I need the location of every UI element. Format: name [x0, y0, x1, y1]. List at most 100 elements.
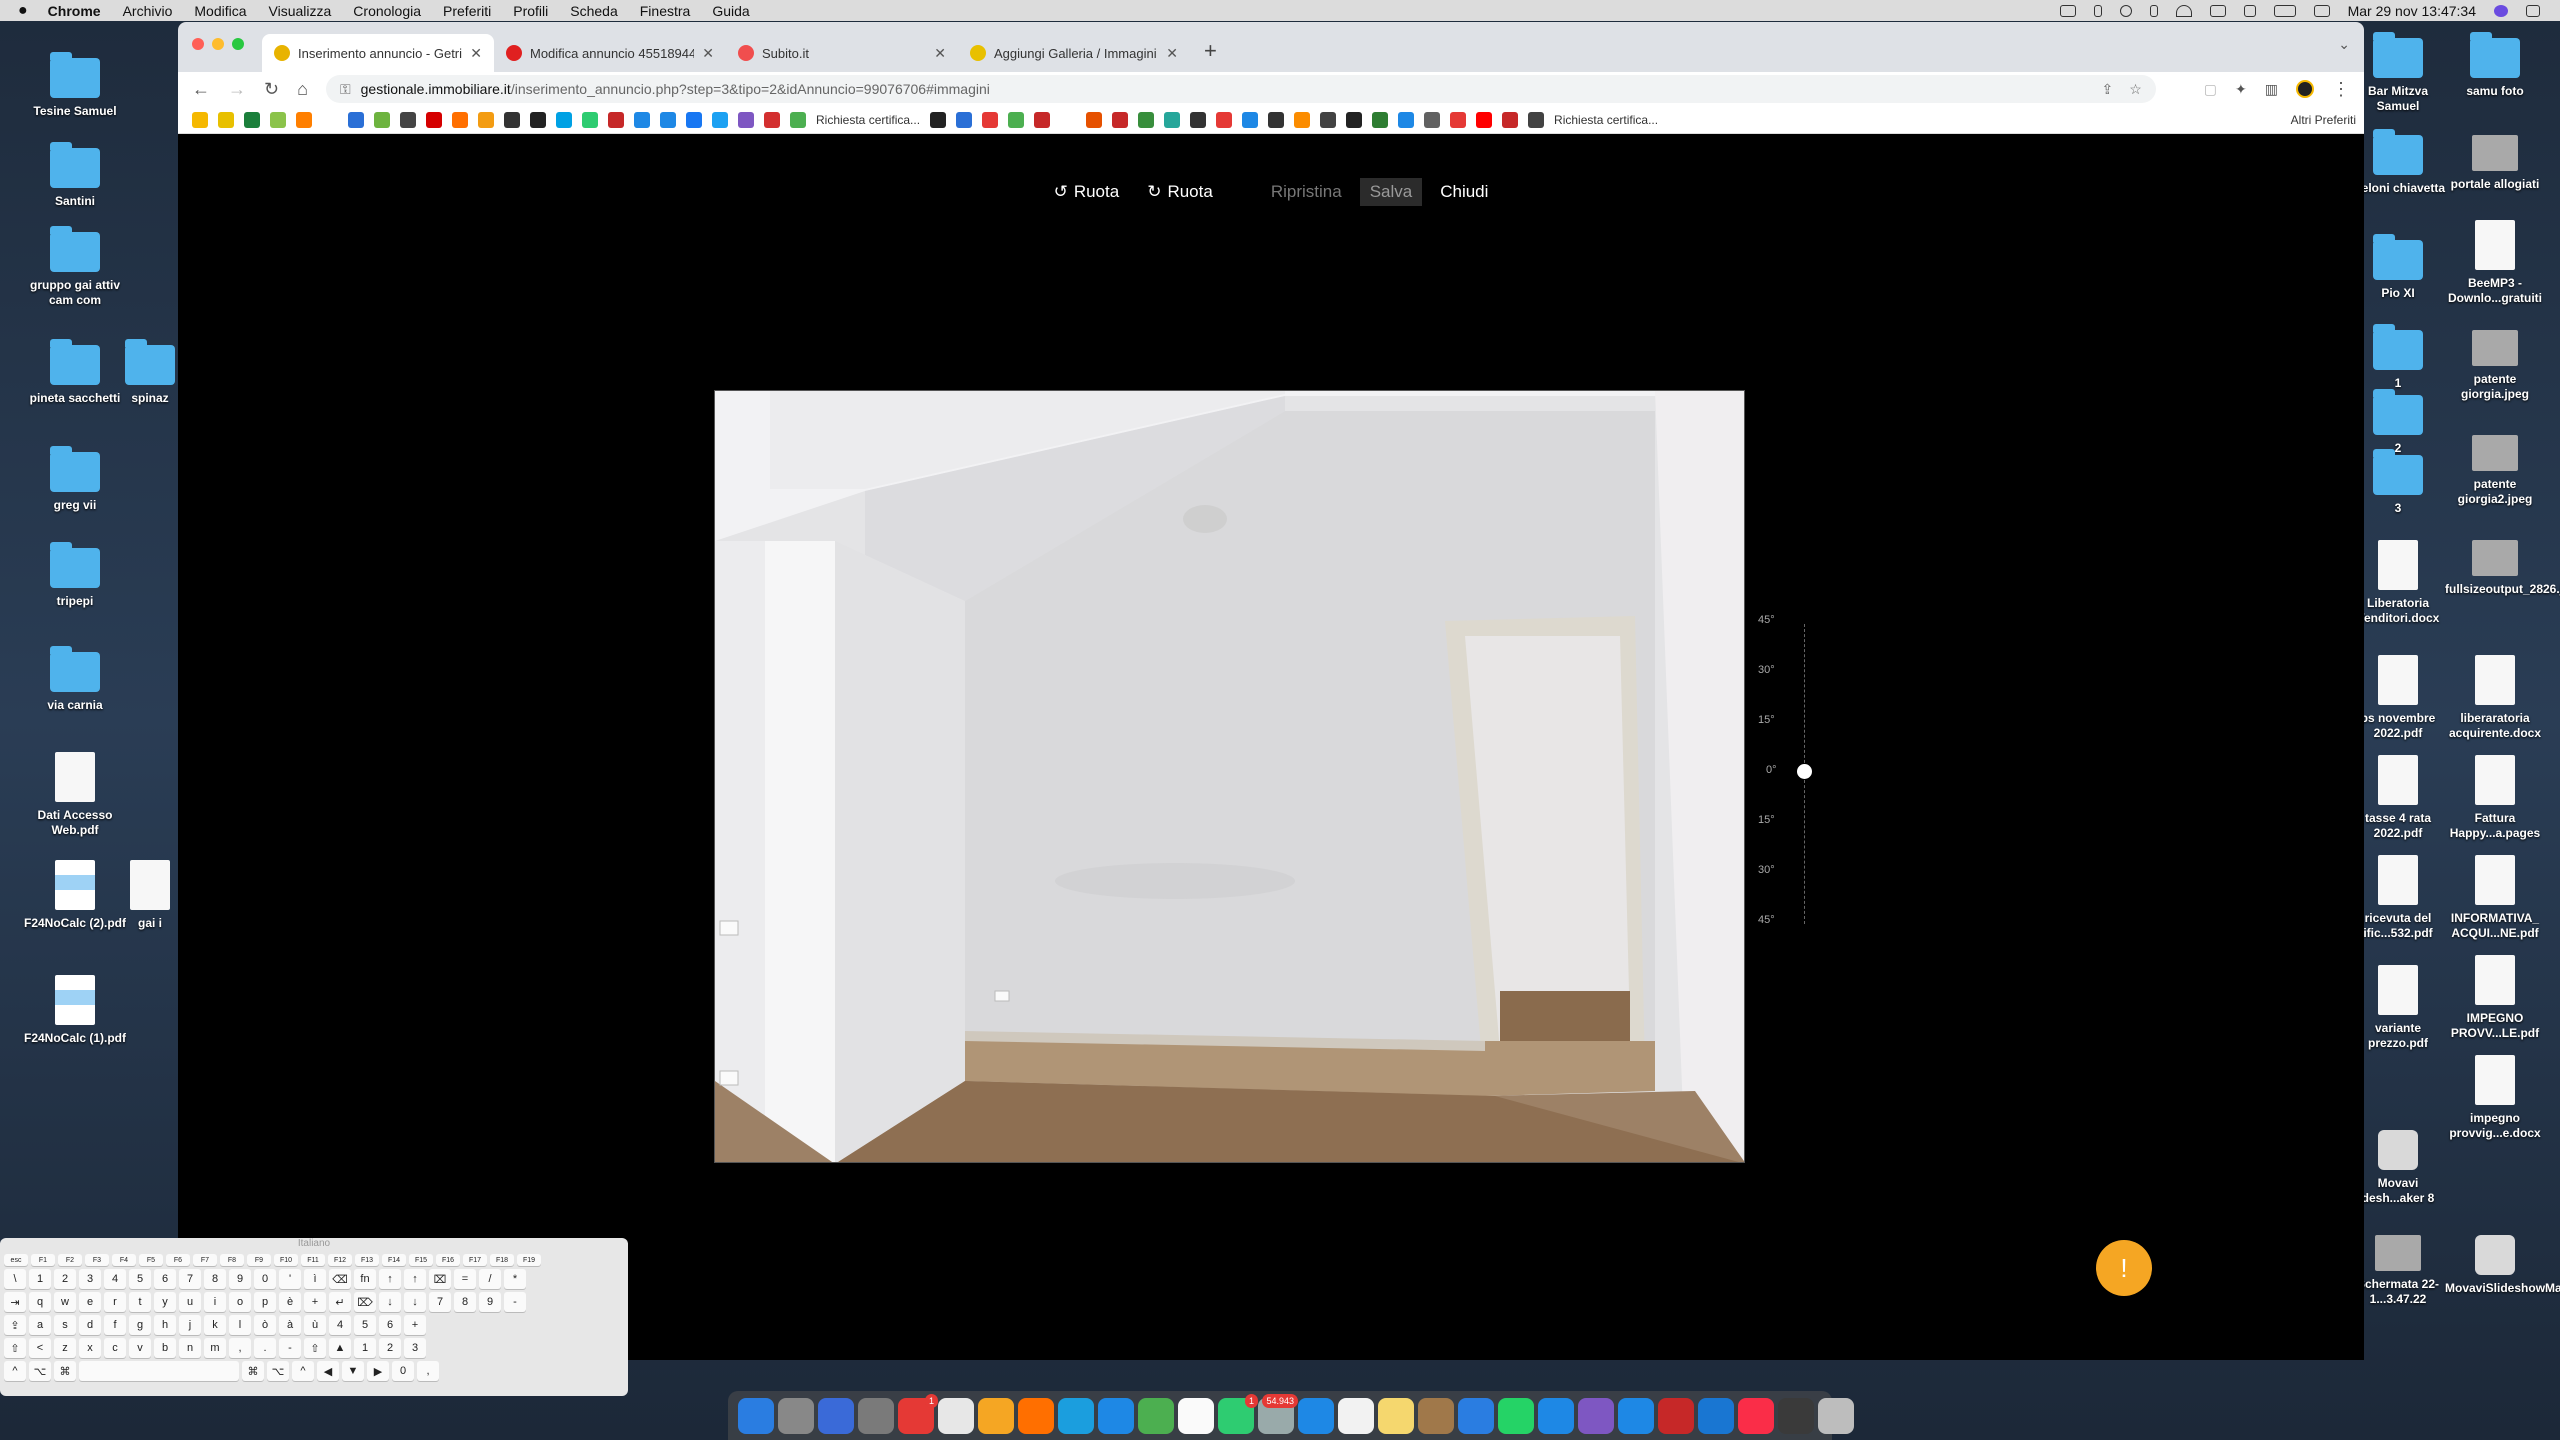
forward-icon[interactable]: → [228, 79, 246, 100]
close-tab-icon[interactable]: ✕ [934, 45, 946, 62]
key[interactable]: ò [254, 1315, 276, 1335]
key[interactable]: v [129, 1338, 151, 1358]
key[interactable]: 0 [254, 1269, 276, 1289]
key[interactable]: F5 [139, 1254, 163, 1266]
bookmark-icon[interactable] [1528, 111, 1545, 128]
key[interactable]: F4 [112, 1254, 136, 1266]
key[interactable]: à [279, 1315, 301, 1335]
key[interactable]: fn [354, 1269, 376, 1289]
key[interactable]: 7 [179, 1269, 201, 1289]
bookmark-icon[interactable] [1424, 111, 1441, 128]
key[interactable]: c [104, 1338, 126, 1358]
share-icon[interactable]: ⇪ [2102, 81, 2114, 98]
menu-chrome[interactable]: Chrome [48, 3, 101, 19]
tab-search-icon[interactable]: ⌄ [2338, 36, 2350, 53]
address-bar[interactable]: ⚿ gestionale.immobiliare.it /inserimento… [325, 75, 2156, 103]
key[interactable]: , [417, 1361, 439, 1381]
key[interactable]: F7 [193, 1254, 217, 1266]
key[interactable]: x [79, 1338, 101, 1358]
key[interactable]: F13 [355, 1254, 379, 1266]
close-tab-icon[interactable]: ✕ [470, 45, 482, 62]
bookmark-icon[interactable] [1138, 111, 1155, 128]
key[interactable]: ↑ [404, 1269, 426, 1289]
slider-knob[interactable] [1797, 764, 1812, 779]
desktop-icon[interactable]: Tesine Samuel [20, 52, 130, 119]
dock-app-icon[interactable] [778, 1397, 814, 1434]
key[interactable]: 8 [204, 1269, 226, 1289]
key[interactable]: F3 [85, 1254, 109, 1266]
bookmark-icon[interactable] [1502, 111, 1519, 128]
side-panel-icon[interactable]: ▥ [2265, 81, 2278, 98]
bookmark-icon[interactable] [530, 111, 546, 128]
bookmark-icon[interactable] [1008, 111, 1025, 128]
dock-app-icon[interactable] [1098, 1397, 1134, 1434]
desktop-icon[interactable]: gai i [120, 860, 180, 931]
key[interactable]: ↓ [379, 1292, 401, 1312]
desktop-icon[interactable]: BeeMP3 - Downlo...gratuiti [2445, 220, 2545, 306]
notification-center-icon[interactable] [2526, 4, 2540, 17]
menu-modifica[interactable]: Modifica [194, 3, 246, 19]
key[interactable]: F1 [31, 1254, 55, 1266]
close-tab-icon[interactable]: ✕ [1166, 45, 1178, 62]
desktop-icon[interactable]: F24NoCalc (1).pdf [20, 975, 130, 1046]
bookmark-icon[interactable] [322, 111, 338, 128]
save-button[interactable]: Salva [1359, 178, 1423, 206]
desktop-icon[interactable]: liberaratoria acquirente.docx [2445, 655, 2545, 741]
key[interactable]: F8 [220, 1254, 244, 1266]
bookmark-icon[interactable] [930, 111, 947, 128]
key[interactable]: ▲ [329, 1338, 351, 1358]
dock-app-icon[interactable] [1378, 1397, 1414, 1434]
desktop-icon[interactable]: Fattura Happy...a.pages [2445, 755, 2545, 841]
desktop-icon[interactable]: gruppo gai attiv cam com [20, 226, 130, 308]
dock-app-icon[interactable]: 54.943 [1258, 1393, 1298, 1434]
key[interactable]: j [179, 1315, 201, 1335]
key[interactable]: 2 [54, 1269, 76, 1289]
volume-icon[interactable] [2243, 4, 2256, 17]
key[interactable]: 8 [454, 1292, 476, 1312]
key[interactable]: ⌥ [29, 1361, 51, 1381]
key[interactable]: 7 [429, 1292, 451, 1312]
key[interactable]: l [229, 1315, 251, 1335]
bookmark-icon[interactable] [1034, 111, 1051, 128]
key[interactable]: \ [4, 1269, 26, 1289]
bookmark-icon[interactable] [634, 111, 650, 128]
key[interactable]: 6 [154, 1269, 176, 1289]
desktop-icon[interactable]: fullsizeoutput_2826.jpeg [2445, 540, 2560, 597]
key[interactable]: F11 [301, 1254, 325, 1266]
key[interactable]: ⌘ [242, 1361, 264, 1381]
bookmark-icon[interactable] [400, 111, 416, 128]
key[interactable]: d [79, 1315, 101, 1335]
key[interactable]: F16 [436, 1254, 460, 1266]
key[interactable]: ⇧ [4, 1338, 26, 1358]
key[interactable]: ⌧ [429, 1269, 451, 1289]
menu-cronologia[interactable]: Cronologia [353, 3, 421, 19]
key[interactable]: 3 [404, 1338, 426, 1358]
key[interactable]: 1 [354, 1338, 376, 1358]
dock-app-icon[interactable] [1298, 1397, 1334, 1434]
key[interactable]: F18 [490, 1254, 514, 1266]
bookmark-icon[interactable] [764, 111, 780, 128]
key[interactable]: t [129, 1292, 151, 1312]
bookmark-icon[interactable] [348, 111, 364, 128]
desktop-icon[interactable]: impegno provvig...e.docx [2445, 1055, 2545, 1141]
extension-icon[interactable]: ▢ [2204, 81, 2217, 98]
key[interactable]: ↓ [404, 1292, 426, 1312]
desktop-icon[interactable]: pineta sacchetti [20, 339, 130, 406]
extensions-puzzle-icon[interactable]: ✦ [2235, 81, 2247, 98]
bookmark-icon[interactable] [1242, 111, 1259, 128]
key[interactable]: ↵ [329, 1292, 351, 1312]
close-window-button[interactable] [192, 38, 204, 50]
key[interactable]: ' [279, 1269, 301, 1289]
bookmark-icon[interactable] [712, 111, 728, 128]
close-tab-icon[interactable]: ✕ [702, 45, 714, 62]
dock-app-icon[interactable] [858, 1397, 894, 1434]
key[interactable]: è [279, 1292, 301, 1312]
site-info-icon[interactable]: ⚿ [340, 81, 351, 98]
bluetooth-icon[interactable] [2149, 4, 2158, 17]
key[interactable]: - [279, 1338, 301, 1358]
key[interactable]: i [204, 1292, 226, 1312]
desktop-icon[interactable]: tripepi [20, 542, 130, 609]
key[interactable]: 5 [129, 1269, 151, 1289]
dock-app-icon[interactable] [1778, 1397, 1814, 1434]
desktop-icon[interactable]: samu foto [2445, 32, 2545, 99]
